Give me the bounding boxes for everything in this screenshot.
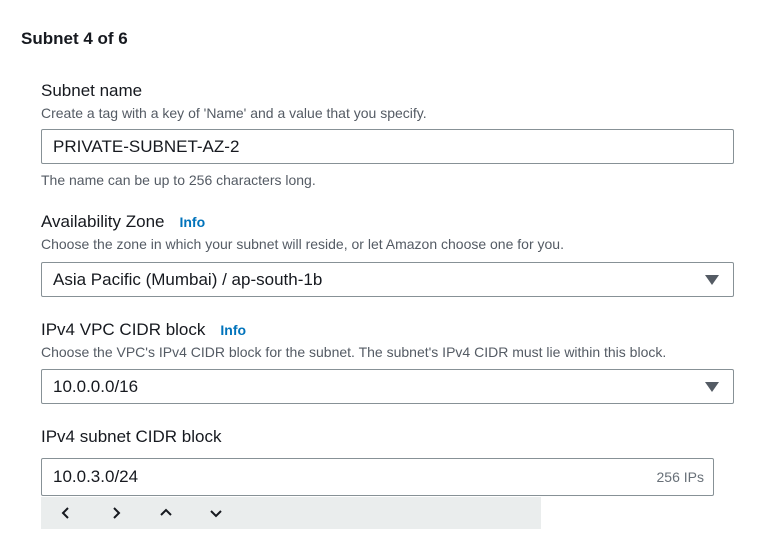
subnet-cidr-field-header: IPv4 subnet CIDR block [41,427,221,447]
subnet-cidr-label: IPv4 subnet CIDR block [41,427,222,446]
subnet-cidr-ip-count: 256 IPs [656,469,704,485]
subnet-cidr-input[interactable]: 10.0.3.0/24 256 IPs [41,458,714,496]
chevron-down-button[interactable] [191,497,241,529]
availability-zone-description: Choose the zone in which your subnet wil… [41,236,564,252]
subnet-form: Subnet 4 of 6 Subnet name Create a tag w… [0,0,762,544]
chevron-right-icon [113,507,121,519]
vpc-cidr-label: IPv4 VPC CIDR block [41,320,206,339]
cidr-stepper [41,497,541,529]
chevron-left-button[interactable] [41,497,91,529]
chevron-up-icon [160,508,172,516]
subnet-name-field-header: Subnet name Create a tag with a key of '… [41,81,427,122]
caret-down-icon [705,274,719,285]
vpc-cidr-field-header: IPv4 VPC CIDR block Info Choose the VPC'… [41,320,666,361]
subnet-name-label: Subnet name [41,81,143,100]
vpc-cidr-info-link[interactable]: Info [220,322,246,338]
availability-zone-select[interactable]: Asia Pacific (Mumbai) / ap-south-1b [41,262,734,297]
subnet-name-description: Create a tag with a key of 'Name' and a … [41,105,427,121]
chevron-down-icon [210,510,222,518]
subnet-name-input[interactable]: PRIVATE-SUBNET-AZ-2 [41,129,734,164]
availability-zone-info-link[interactable]: Info [179,214,205,230]
availability-zone-selected: Asia Pacific (Mumbai) / ap-south-1b [53,269,323,289]
section-title: Subnet 4 of 6 [21,29,128,48]
chevron-up-button[interactable] [141,497,191,529]
chevron-right-button[interactable] [91,497,141,529]
availability-zone-field-header: Availability Zone Info Choose the zone i… [41,212,564,253]
subnet-name-value: PRIVATE-SUBNET-AZ-2 [53,136,240,156]
subnet-cidr-value: 10.0.3.0/24 [53,467,139,486]
caret-down-icon [705,381,719,392]
vpc-cidr-selected: 10.0.0.0/16 [53,376,139,396]
vpc-cidr-description: Choose the VPC's IPv4 CIDR block for the… [41,344,667,360]
chevron-left-icon [61,507,69,519]
availability-zone-label: Availability Zone [41,212,165,231]
vpc-cidr-select[interactable]: 10.0.0.0/16 [41,369,734,404]
subnet-name-hint: The name can be up to 256 characters lon… [41,172,316,188]
